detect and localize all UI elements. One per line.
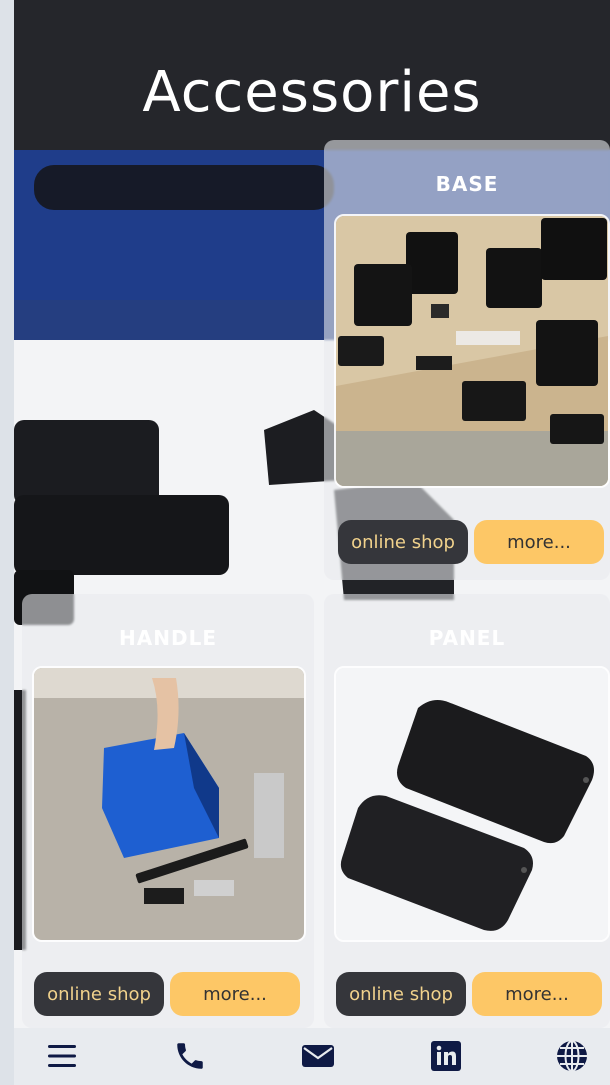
left-gutter [0,0,14,1085]
handle-product-image[interactable] [32,666,306,942]
phone-icon [177,1043,203,1069]
online-shop-button[interactable]: online shop [336,972,466,1016]
card-title: PANEL [428,626,506,650]
card-title: BASE [435,172,499,196]
globe-icon [557,1040,587,1072]
card-base: BASE online shop more... [324,140,610,580]
online-shop-button[interactable]: online shop [338,520,468,564]
card-handle: HANDLE online shop more... [22,594,314,1028]
card-title: HANDLE [119,626,217,650]
page-title: Accessories [142,60,482,125]
more-button[interactable]: more... [170,972,300,1016]
page-stage: Accessories BASE online shop more... HAN… [14,0,610,1085]
menu-button[interactable] [44,1038,80,1074]
linkedin-icon [431,1041,461,1071]
linkedin-button[interactable] [428,1038,464,1074]
email-button[interactable] [300,1038,336,1074]
mail-icon [302,1045,334,1067]
bottom-nav [14,1028,610,1085]
online-shop-button[interactable]: online shop [34,972,164,1016]
card-panel: PANEL online shop more... [324,594,610,1028]
panel-product-image[interactable] [334,666,610,942]
more-button[interactable]: more... [472,972,602,1016]
more-button[interactable]: more... [474,520,604,564]
phone-button[interactable] [172,1038,208,1074]
menu-icon [48,1045,76,1067]
base-product-image[interactable] [334,214,610,488]
language-button[interactable] [554,1038,590,1074]
